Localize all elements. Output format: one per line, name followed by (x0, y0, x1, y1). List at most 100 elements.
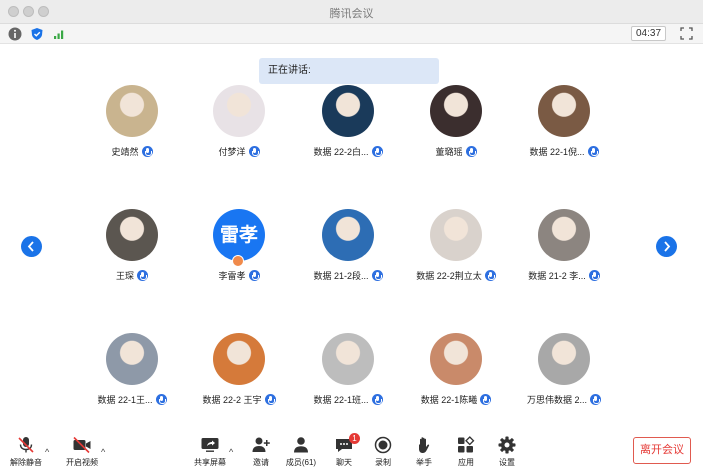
participant-name: 数据 21-2 李... (528, 270, 586, 281)
microphone-icon (480, 393, 492, 405)
info-icon[interactable] (8, 27, 22, 41)
participant-tile[interactable]: 数据 22-1陈曦 (399, 331, 513, 411)
participant-tile[interactable]: 数据 22-2 王宇 (182, 331, 296, 411)
apps-button[interactable]: 应用 (455, 436, 477, 468)
participant-tile[interactable]: 付梦洋 (182, 83, 296, 163)
participant-name-row: 史靖然 (75, 144, 189, 158)
participant-avatar (106, 209, 158, 261)
participant-name-row: 数据 22-2荆立太 (399, 268, 513, 282)
participant-avatar (430, 209, 482, 261)
participant-name-row: 付梦洋 (182, 144, 296, 158)
participant-avatar (213, 85, 265, 137)
share-screen-icon (201, 438, 219, 452)
title-bar: 腾讯会议 (0, 0, 703, 24)
chat-label: 聊天 (336, 458, 352, 467)
meeting-toolbar: 解除静音 ^ 开启视频 ^ 共享屏幕 ^ 邀请 成员(61) 1 聊天 录制 举… (0, 428, 703, 473)
microphone-icon (484, 269, 496, 281)
participant-tile[interactable]: 王琛 (75, 207, 189, 287)
microphone-icon (137, 269, 148, 281)
video-options-chevron-icon[interactable]: ^ (101, 447, 105, 457)
participant-tile[interactable]: 数据 22-1倪... (507, 83, 621, 163)
participant-name: 数据 22-1陈曦 (420, 394, 478, 405)
participant-tile[interactable]: 史靖然 (75, 83, 189, 163)
start-video-button[interactable]: 开启视频 (65, 436, 99, 468)
participant-avatar (322, 85, 374, 137)
participant-tile[interactable]: 数据 21-2 李... (507, 207, 621, 287)
participant-tile[interactable]: 万思伟数据 2... (507, 331, 621, 411)
host-badge-icon (232, 255, 244, 267)
participant-name: 史靖然 (111, 146, 139, 157)
settings-button[interactable]: 设置 (496, 436, 518, 468)
status-bar: 04:37 (0, 24, 703, 44)
record-label: 录制 (375, 458, 391, 467)
participant-avatar (538, 333, 590, 385)
participant-name-row: 董璐瑶 (399, 144, 513, 158)
participant-tile[interactable]: 数据 22-1班... (291, 331, 405, 411)
participant-name-row: 数据 21-2段... (291, 268, 405, 282)
participant-name: 李雷孝 (218, 270, 246, 281)
members-label: 成员(61) (285, 458, 317, 467)
record-button[interactable]: 录制 (372, 436, 394, 468)
participant-avatar (538, 209, 590, 261)
participant-name-row: 万思伟数据 2... (507, 392, 621, 406)
invite-button[interactable]: 邀请 (249, 436, 273, 468)
record-icon (374, 436, 392, 454)
participant-avatar (106, 333, 158, 385)
share-screen-label: 共享屏幕 (194, 458, 226, 467)
participant-tile[interactable]: 数据 22-1王... (75, 331, 189, 411)
microphone-icon (155, 393, 167, 405)
audio-options-chevron-icon[interactable]: ^ (45, 447, 49, 457)
microphone-icon (141, 145, 153, 157)
speaking-indicator: 正在讲话: (259, 58, 439, 84)
share-options-chevron-icon[interactable]: ^ (229, 447, 233, 457)
shield-icon[interactable] (30, 27, 44, 41)
unmute-button[interactable]: 解除静音 (9, 436, 43, 468)
participant-avatar (106, 85, 158, 137)
prev-page-button[interactable] (21, 236, 42, 257)
chevron-left-icon (27, 241, 34, 252)
participant-name: 付梦洋 (218, 146, 246, 157)
invite-label: 邀请 (253, 458, 269, 467)
microphone-icon (465, 145, 477, 157)
participant-name-row: 数据 22-2白... (291, 144, 405, 158)
next-page-button[interactable] (656, 236, 677, 257)
participant-avatar (430, 333, 482, 385)
members-button[interactable]: 成员(61) (285, 436, 317, 468)
participant-name: 数据 22-1倪... (529, 146, 585, 157)
participant-name-row: 数据 21-2 李... (507, 268, 621, 282)
participant-name: 数据 22-1王... (97, 394, 153, 405)
settings-label: 设置 (499, 458, 515, 467)
participant-tile[interactable]: 数据 22-2白... (291, 83, 405, 163)
participant-avatar (538, 85, 590, 137)
participant-avatar (322, 209, 374, 261)
leave-meeting-button[interactable]: 离开会议 (633, 437, 691, 464)
participant-avatar (213, 333, 265, 385)
raise-hand-button[interactable]: 举手 (413, 436, 435, 468)
participant-tile[interactable]: 数据 22-2荆立太 (399, 207, 513, 287)
members-icon (294, 437, 308, 453)
microphone-icon (588, 269, 600, 281)
raise-hand-label: 举手 (416, 458, 432, 467)
participant-tile[interactable]: 数据 21-2段... (291, 207, 405, 287)
signal-icon[interactable] (52, 27, 66, 41)
participant-name: 数据 21-2段... (313, 270, 369, 281)
chevron-right-icon (664, 241, 671, 252)
unmute-label: 解除静音 (10, 458, 42, 467)
meeting-timer: 04:37 (631, 26, 666, 41)
share-screen-button[interactable]: 共享屏幕 (192, 436, 228, 468)
video-off-icon (73, 436, 91, 454)
participant-tile[interactable]: 董璐瑶 (399, 83, 513, 163)
participant-avatar (430, 85, 482, 137)
microphone-icon (371, 269, 383, 281)
participant-name-row: 王琛 (75, 268, 189, 282)
microphone-muted-icon (18, 437, 34, 453)
participant-tile[interactable]: 雷孝 李雷孝 (182, 207, 296, 287)
microphone-icon (248, 145, 260, 157)
chat-button[interactable]: 1 聊天 (333, 433, 360, 468)
participant-name: 王琛 (115, 270, 134, 281)
microphone-icon (590, 393, 601, 405)
microphone-icon (248, 269, 260, 281)
raise-hand-icon (419, 437, 430, 453)
participant-name-row: 数据 22-1班... (291, 392, 405, 406)
fullscreen-icon[interactable] (680, 27, 693, 40)
